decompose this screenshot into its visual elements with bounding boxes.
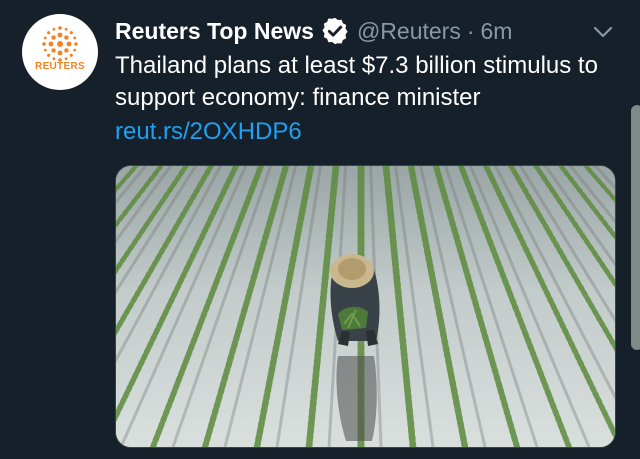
photo-rice-field (116, 166, 615, 447)
farmer-reflection (336, 356, 377, 441)
avatar-label: REUTERS (35, 61, 85, 72)
handle[interactable]: @Reuters (357, 18, 461, 45)
display-name[interactable]: Reuters Top News (115, 18, 314, 45)
tweet-link[interactable]: reut.rs/2OXHDP6 (115, 116, 302, 148)
farmer-figure (330, 254, 380, 346)
next-media-preview[interactable] (631, 105, 640, 350)
chevron-down-icon[interactable] (592, 24, 614, 40)
timestamp[interactable]: 6m (481, 18, 513, 45)
avatar[interactable]: REUTERS (22, 14, 98, 90)
separator-dot: · (466, 17, 475, 44)
tweet-header: Reuters Top News @Reuters · 6m (115, 14, 512, 48)
reuters-logo-icon (42, 26, 78, 62)
tweet-photo[interactable] (115, 165, 616, 448)
verified-badge-icon (322, 17, 348, 45)
tweet-card[interactable]: REUTERS Reuters Top News @Reuters · 6m T… (0, 0, 640, 459)
tweet-text: Thailand plans at least $7.3 billion sti… (115, 52, 598, 111)
